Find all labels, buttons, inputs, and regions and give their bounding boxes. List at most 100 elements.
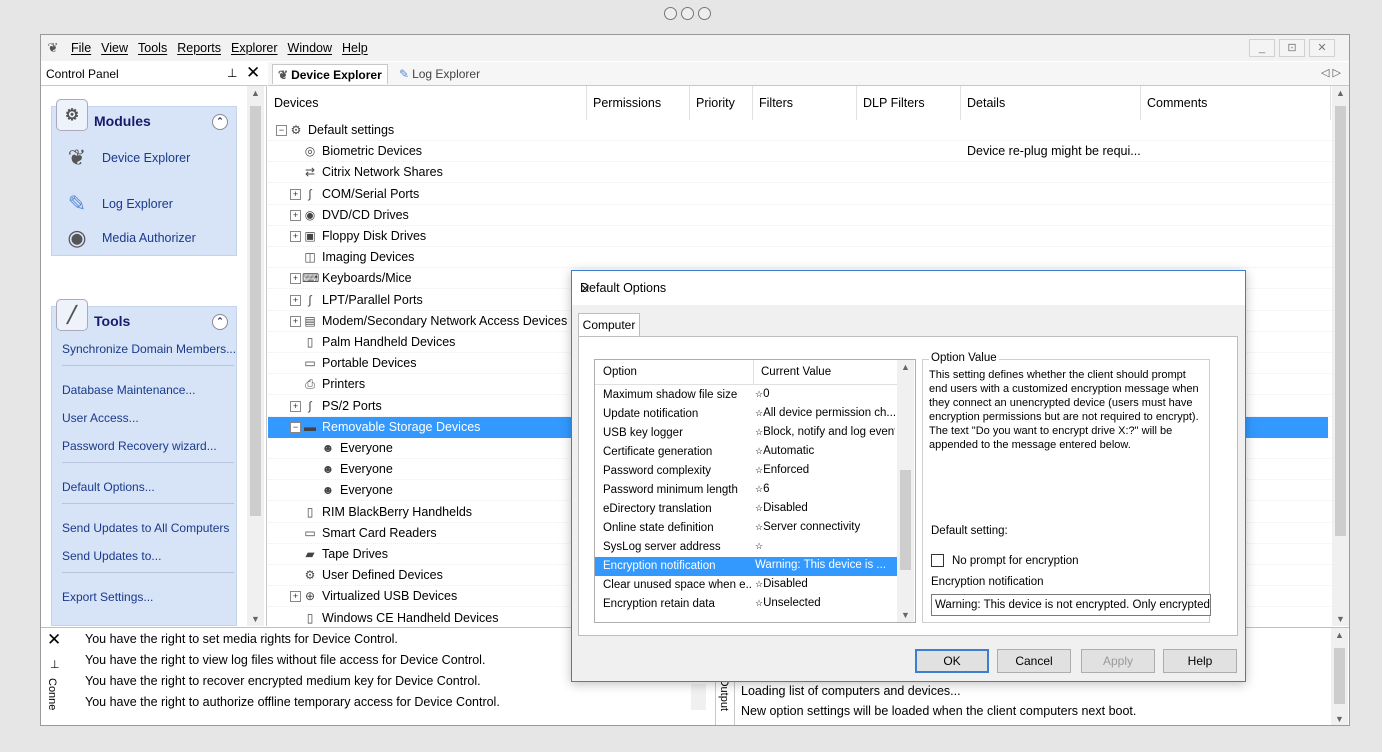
- expand-icon[interactable]: +: [290, 188, 301, 200]
- pin-icon[interactable]: ⊥: [227, 66, 237, 80]
- option-row[interactable]: [595, 614, 897, 622]
- tool-send-updates-to[interactable]: Send Updates to...: [62, 549, 161, 563]
- scroll-thumb[interactable]: [1334, 648, 1345, 704]
- no-prompt-checkbox[interactable]: [931, 554, 944, 567]
- tab-scroll-arrows-icon[interactable]: ◁ ▷: [1321, 66, 1341, 79]
- tool-export-settings[interactable]: Export Settings...: [62, 590, 153, 604]
- option-row[interactable]: Encryption notification Warning: This dev…: [595, 557, 897, 576]
- tool-password-recovery[interactable]: Password Recovery wizard...: [62, 439, 217, 453]
- option-row[interactable]: USB key logger ☆Block, notify and log eve…: [595, 424, 897, 443]
- column-filters[interactable]: Filters: [753, 86, 857, 120]
- option-row[interactable]: SysLog server address ☆: [595, 538, 897, 557]
- minimize-button[interactable]: _: [1249, 39, 1275, 57]
- tree-row[interactable]: + ∫ COM/Serial Ports: [268, 184, 1328, 205]
- column-permissions[interactable]: Permissions: [587, 86, 690, 120]
- tools-header[interactable]: ╱ Tools ⌃: [52, 299, 236, 335]
- collapse-icon[interactable]: −: [290, 421, 301, 433]
- option-row[interactable]: Encryption retain data ☆Unselected: [595, 595, 897, 614]
- menu-bar: ❦ File View Tools Reports Explorer Windo…: [41, 35, 1349, 61]
- option-value: 6: [763, 483, 770, 495]
- option-row[interactable]: Certificate generation ☆Automatic: [595, 443, 897, 462]
- tree-row[interactable]: ◎ Biometric Devices Device re-plug might b…: [268, 141, 1328, 162]
- scroll-up-icon[interactable]: ▲: [1336, 88, 1345, 98]
- option-row[interactable]: Password complexity ☆Enforced: [595, 462, 897, 481]
- collapse-icon[interactable]: ⌃: [212, 314, 228, 330]
- close-button[interactable]: ✕: [1309, 39, 1335, 57]
- scroll-up-icon[interactable]: ▲: [251, 88, 260, 98]
- expand-icon[interactable]: +: [290, 209, 301, 221]
- pin-icon[interactable]: ⊥: [50, 658, 60, 671]
- menu-tools[interactable]: Tools: [138, 41, 167, 55]
- tab-log-explorer[interactable]: ✎ Log Explorer: [394, 64, 485, 84]
- tool-synchronize-domain[interactable]: Synchronize Domain Members...: [62, 342, 236, 356]
- tool-database-maintenance[interactable]: Database Maintenance...: [62, 383, 195, 397]
- tree-row[interactable]: − ⚙ Default settings: [268, 120, 1328, 141]
- tool-default-options[interactable]: Default Options...: [62, 480, 155, 494]
- option-list-scrollbar[interactable]: ▲ ▼: [897, 360, 914, 622]
- column-current-value[interactable]: Current Value: [761, 366, 831, 378]
- expand-icon[interactable]: +: [290, 273, 301, 285]
- output-scrollbar[interactable]: ▲ ▼: [1331, 628, 1348, 725]
- scroll-up-icon[interactable]: ▲: [1335, 630, 1344, 640]
- module-log-explorer[interactable]: ✎ Log Explorer: [60, 187, 173, 221]
- menu-help[interactable]: Help: [342, 41, 368, 55]
- column-details[interactable]: Details: [961, 86, 1141, 120]
- collapse-icon[interactable]: −: [276, 125, 287, 136]
- scroll-down-icon[interactable]: ▼: [251, 614, 260, 624]
- menu-file[interactable]: File: [71, 41, 91, 55]
- scroll-down-icon[interactable]: ▼: [1335, 714, 1344, 724]
- menu-explorer[interactable]: Explorer: [231, 41, 278, 55]
- expand-icon[interactable]: +: [290, 591, 301, 603]
- tree-row[interactable]: + ▣ Floppy Disk Drives: [268, 226, 1328, 247]
- column-dlp-filters[interactable]: DLP Filters: [857, 86, 961, 120]
- help-button[interactable]: Help: [1163, 649, 1237, 673]
- option-row[interactable]: Password minimum length ☆6: [595, 481, 897, 500]
- tab-computer[interactable]: Computer: [578, 313, 640, 337]
- option-row[interactable]: Update notification ☆All device permissio…: [595, 405, 897, 424]
- scroll-thumb[interactable]: [1335, 106, 1346, 536]
- column-priority[interactable]: Priority: [690, 86, 753, 120]
- menu-window[interactable]: Window: [288, 41, 332, 55]
- tree-row[interactable]: + ◉ DVD/CD Drives: [268, 205, 1328, 226]
- dialog-close-icon[interactable]: ✕: [580, 281, 1235, 296]
- modules-header[interactable]: ⚙ Modules ⌃: [52, 99, 236, 135]
- expand-icon[interactable]: +: [290, 231, 301, 242]
- column-comments[interactable]: Comments: [1141, 86, 1331, 120]
- option-row[interactable]: Maximum shadow file size ☆0: [595, 386, 897, 405]
- rights-scrollbar[interactable]: [691, 684, 706, 710]
- module-device-explorer[interactable]: ❦ Device Explorer: [60, 141, 190, 175]
- menu-view[interactable]: View: [101, 41, 128, 55]
- close-icon[interactable]: ✕: [47, 630, 61, 650]
- column-option[interactable]: Option: [603, 366, 637, 378]
- option-row[interactable]: Clear unused space when e... ☆Disabled: [595, 576, 897, 595]
- ok-button[interactable]: OK: [915, 649, 989, 673]
- no-prompt-checkbox-row[interactable]: No prompt for encryption: [931, 554, 1079, 567]
- module-media-authorizer[interactable]: ◉ Media Authorizer: [60, 221, 195, 255]
- column-devices[interactable]: Devices: [268, 86, 587, 120]
- close-icon[interactable]: ✕: [246, 63, 260, 83]
- control-panel-scrollbar[interactable]: ▲ ▼: [247, 86, 264, 626]
- encryption-notification-field[interactable]: Warning: This device is not encrypted. O…: [931, 594, 1211, 616]
- restore-button[interactable]: ⊡: [1279, 39, 1305, 57]
- scroll-up-icon[interactable]: ▲: [901, 362, 910, 372]
- menu-reports[interactable]: Reports: [177, 41, 221, 55]
- option-row[interactable]: Online state definition ☆Server connectiv…: [595, 519, 897, 538]
- expand-icon[interactable]: +: [290, 294, 301, 306]
- cancel-button[interactable]: Cancel: [997, 649, 1071, 673]
- option-row[interactable]: eDirectory translation ☆Disabled: [595, 500, 897, 519]
- scroll-down-icon[interactable]: ▼: [901, 610, 910, 620]
- tree-row[interactable]: ⇄ Citrix Network Shares: [268, 162, 1328, 183]
- floppy-icon: ▣: [304, 229, 316, 243]
- collapse-icon[interactable]: ⌃: [212, 114, 228, 130]
- device-tree-scrollbar[interactable]: ▲ ▼: [1332, 86, 1349, 626]
- expand-icon[interactable]: +: [290, 315, 301, 327]
- scroll-thumb[interactable]: [250, 106, 261, 516]
- tool-user-access[interactable]: User Access...: [62, 411, 139, 425]
- tree-row-label: Floppy Disk Drives: [322, 229, 427, 243]
- tab-device-explorer[interactable]: ❦ Device Explorer: [272, 64, 388, 84]
- tool-send-updates-all[interactable]: Send Updates to All Computers: [62, 521, 229, 535]
- scroll-thumb[interactable]: [900, 470, 911, 570]
- tree-row[interactable]: ◫ Imaging Devices: [268, 247, 1328, 268]
- expand-icon[interactable]: +: [290, 400, 301, 412]
- scroll-down-icon[interactable]: ▼: [1336, 614, 1345, 624]
